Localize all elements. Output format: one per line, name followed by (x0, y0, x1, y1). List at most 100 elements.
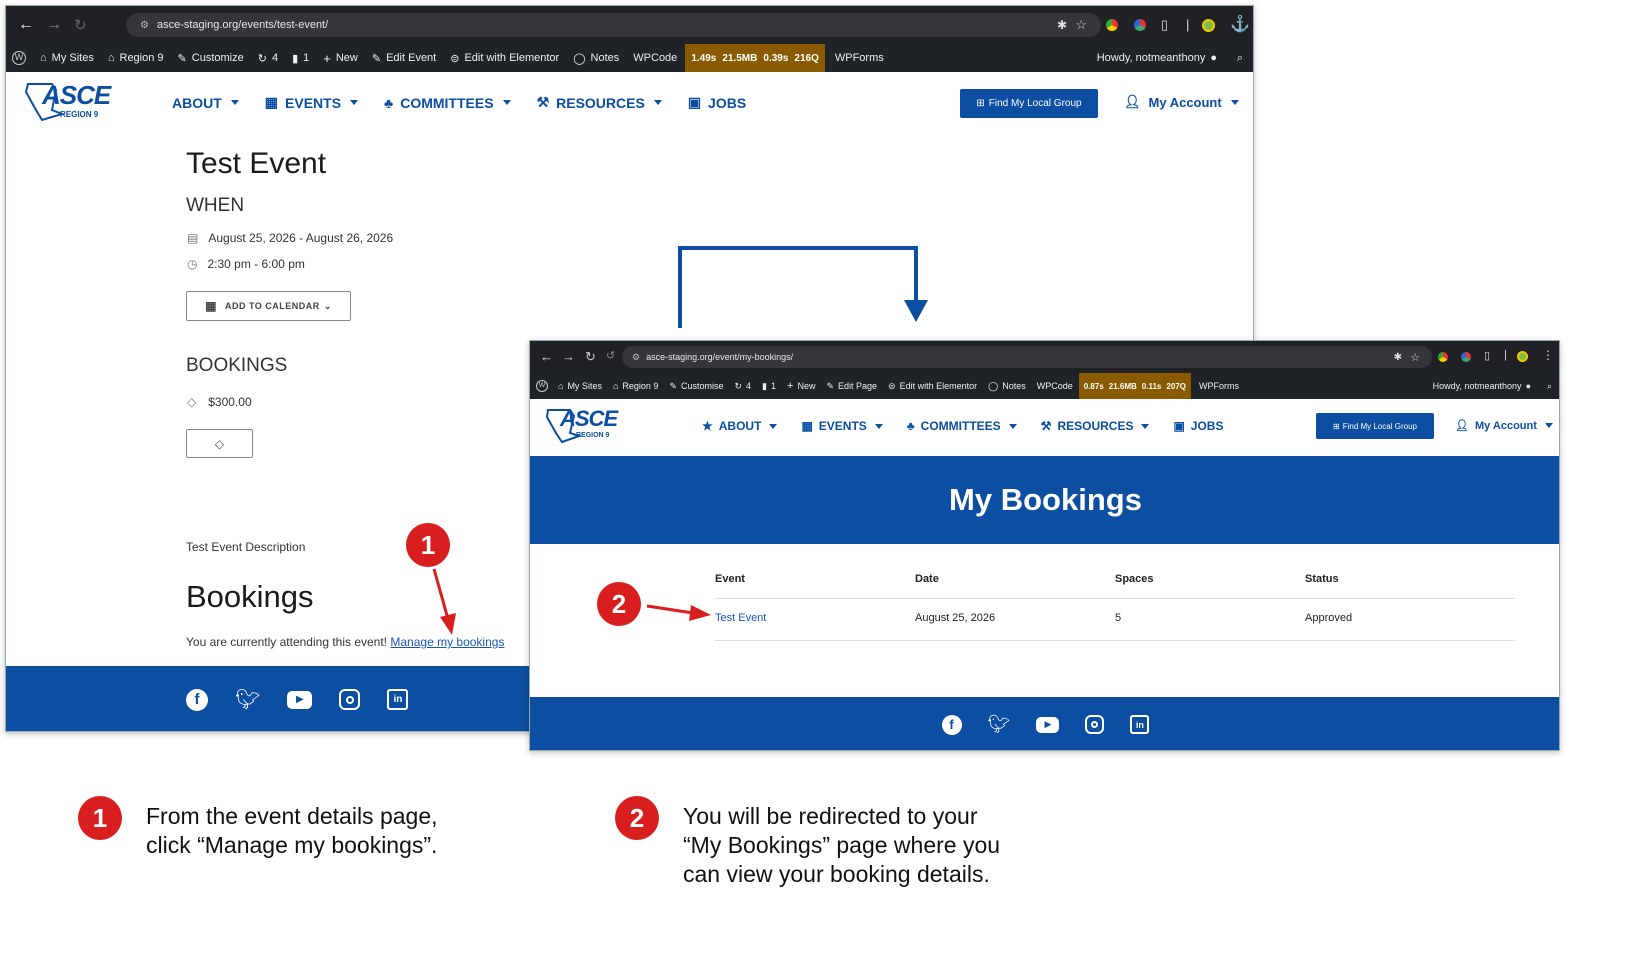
address-bar[interactable]: ⚙ asce-staging.org/event/my-bookings/ ☆ … (622, 346, 1432, 368)
step-2-caption: You will be redirected to your “My Booki… (683, 803, 1001, 887)
facebook-icon[interactable]: f (186, 688, 208, 711)
people-icon: ♣ (906, 419, 915, 433)
updates-link[interactable]: ↻ 4 (734, 381, 751, 392)
edit-elementor-link[interactable]: ⊜ Edit with Elementor (888, 381, 977, 392)
new-link[interactable]: + New (787, 380, 815, 392)
ext-icon-chrome[interactable] (1106, 19, 1118, 31)
chevron-down-icon (1544, 423, 1553, 428)
menu-events[interactable]: ▦ EVENTS (801, 419, 883, 433)
briefcase-icon: ▣ (687, 94, 702, 110)
document-icon[interactable]: ▯ (1161, 17, 1168, 33)
callout-2-badge: 2 (597, 582, 641, 626)
twitter-icon[interactable]: 🐦︎ (988, 714, 1011, 735)
back-icon[interactable]: ← (540, 349, 553, 364)
ext-icon-chrome-2[interactable] (1134, 19, 1146, 31)
edit-page-link[interactable]: ✎ Edit Page (826, 381, 877, 392)
edit-elementor-link[interactable]: ⊜ Edit with Elementor (450, 52, 559, 65)
region-9-link[interactable]: ⌂ Region 9 (108, 52, 164, 64)
event-link[interactable]: Test Event (715, 612, 766, 624)
updates-link[interactable]: ↻ 4 (258, 52, 278, 65)
site-info-icon[interactable]: ⚙ (632, 352, 640, 363)
ticket-button[interactable]: ◇ (186, 429, 253, 458)
wpforms-link[interactable]: WPForms (835, 52, 884, 64)
extension-icon[interactable]: ✱ (1394, 352, 1402, 363)
my-sites-link[interactable]: ⌂ My Sites (40, 52, 94, 64)
profile-icon[interactable] (1517, 351, 1528, 362)
wordpress-logo-icon[interactable]: W (536, 380, 548, 392)
forward-icon[interactable]: → (46, 16, 62, 34)
profile-icon[interactable] (1202, 19, 1215, 32)
search-icon[interactable]: ⌕ (1547, 381, 1552, 392)
ext-icon-chrome-2[interactable] (1461, 352, 1471, 362)
menu-resources[interactable]: ⚒ RESOURCES (1041, 419, 1150, 433)
extension-puzzle-icon[interactable]: ↺ (606, 349, 615, 362)
anchor-icon[interactable]: ⚓ (1230, 14, 1250, 34)
asce-logo[interactable]: ASCE REGION 9 (544, 406, 624, 447)
date-row: ▤ August 25, 2026 - August 26, 2026 (187, 231, 394, 245)
menu-jobs[interactable]: ▣ JOBS (688, 94, 746, 111)
customize-link[interactable]: ✎ Customize (178, 52, 244, 65)
my-account-menu[interactable]: 👤︎ My Account (1455, 419, 1553, 432)
bookings-table: Event Date Spaces Status Test Event Augu… (715, 571, 1515, 641)
comments-link[interactable]: ▮ 1 (292, 52, 309, 65)
chevron-down-icon: ⌄ (323, 300, 332, 311)
comment-icon: ▮ (762, 380, 767, 391)
customise-link[interactable]: ✎ Customise (669, 381, 723, 392)
menu-events[interactable]: ▦ EVENTS (264, 94, 359, 111)
find-local-group-button[interactable]: ⊞ Find My Local Group (1316, 413, 1434, 439)
calendar-icon: ▦ (264, 94, 279, 110)
query-monitor-stats[interactable]: 0.87s 21.6MB 0.11s 207Q (1078, 373, 1191, 399)
address-bar[interactable]: ⚙ asce-staging.org/events/test-event/ ☆ … (126, 13, 1101, 37)
add-to-calendar-button[interactable]: ▦ ADD TO CALENDAR ⌄ (186, 291, 351, 321)
comments-link[interactable]: ▮ 1 (762, 381, 776, 392)
new-link[interactable]: + New (323, 51, 358, 66)
wpcode-link[interactable]: WPCode (633, 52, 677, 64)
youtube-icon[interactable]: ▶ (1036, 716, 1060, 733)
extension-icon[interactable]: ✱ (1057, 18, 1067, 32)
instagram-icon[interactable] (339, 689, 361, 710)
howdy-user[interactable]: Howdy, notmeanthony ● (1097, 52, 1217, 64)
hero-title: My Bookings (949, 482, 1142, 517)
my-sites-link[interactable]: ⌂ My Sites (558, 381, 602, 391)
wpforms-link[interactable]: WPForms (1199, 381, 1239, 391)
menu-about[interactable]: ABOUT (172, 95, 239, 111)
notes-link[interactable]: ◯ Notes (573, 52, 619, 65)
elementor-icon: ⊜ (450, 52, 460, 65)
instagram-icon[interactable] (1085, 715, 1105, 734)
document-icon[interactable]: ▯ (1484, 349, 1490, 362)
linkedin-icon[interactable]: in (1130, 715, 1150, 734)
more-menu-icon[interactable]: ⋮ (1542, 348, 1554, 362)
linkedin-icon[interactable]: in (387, 689, 409, 710)
bookmark-star-icon[interactable]: ☆ (1075, 17, 1087, 33)
site-header: ASCE REGION 9 ★ ABOUT ▦ EVENTS ♣ COMMITTEES… (530, 399, 1559, 455)
menu-resources[interactable]: ⚒ RESOURCES (537, 94, 662, 111)
menu-jobs[interactable]: ▣ JOBS (1173, 419, 1223, 433)
menu-committees[interactable]: ♣ COMMITTEES (907, 419, 1017, 433)
when-heading: WHEN (186, 195, 245, 216)
reload-icon[interactable]: ↻ (74, 16, 87, 34)
search-icon[interactable]: ⌕ (1237, 52, 1243, 65)
menu-about[interactable]: ★ ABOUT (702, 419, 778, 433)
query-monitor-stats[interactable]: 1.49s 21.5MB 0.39s 216Q (685, 44, 825, 72)
chevron-down-icon (1008, 423, 1017, 429)
main-menu: ★ ABOUT ▦ EVENTS ♣ COMMITTEES ⚒ RESOURCES ▣ J… (702, 419, 1223, 433)
facebook-icon[interactable]: f (941, 714, 962, 735)
reload-icon[interactable]: ↻ (585, 349, 596, 365)
forward-icon[interactable]: → (562, 349, 575, 364)
edit-event-link[interactable]: ✎ Edit Event (372, 52, 436, 65)
back-icon[interactable]: ← (18, 16, 34, 34)
asce-logo[interactable]: ASCE REGION 9 (22, 80, 112, 126)
menu-committees[interactable]: ♣ COMMITTEES (384, 95, 511, 111)
howdy-user[interactable]: Howdy, notmeanthony ● (1433, 381, 1531, 391)
wpcode-link[interactable]: WPCode (1037, 381, 1073, 391)
ext-icon-chrome[interactable] (1438, 352, 1448, 362)
region-9-link[interactable]: ⌂ Region 9 (613, 381, 658, 391)
youtube-icon[interactable]: ▶ (287, 690, 313, 709)
bookmark-star-icon[interactable]: ☆ (1410, 351, 1420, 364)
wordpress-logo-icon[interactable]: W (12, 51, 26, 65)
find-local-group-button[interactable]: ⊞ Find My Local Group (960, 89, 1098, 118)
site-info-icon[interactable]: ⚙ (140, 20, 149, 31)
my-account-menu[interactable]: 👤︎ My Account (1124, 94, 1239, 110)
notes-link[interactable]: ◯ Notes (988, 381, 1026, 392)
twitter-icon[interactable]: 🐦︎ (235, 687, 260, 712)
